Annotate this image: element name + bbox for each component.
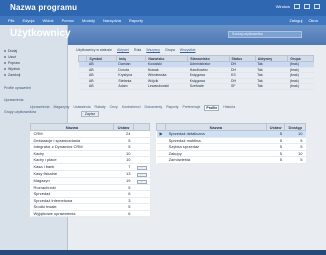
cell: Wyjątkowe uprawnienia (30, 210, 114, 217)
filter-label-status: Użytkownicy w statusie (76, 47, 112, 52)
tab-warehouses[interactable]: Magazyny (53, 105, 69, 111)
column-header[interactable]: Ustaw (113, 123, 134, 131)
sidebar-item-label: Dodaj (8, 49, 18, 53)
cell: ... (133, 170, 150, 178)
filter-group-select[interactable]: Wszystkie (180, 48, 196, 52)
cell: Magazyn (30, 177, 114, 185)
cell: ... (133, 177, 150, 185)
cell: Lewandowski (145, 83, 188, 90)
tab-preferences[interactable]: Preferencje (182, 105, 200, 111)
search-input[interactable]: Szukaj użytkownika (228, 31, 302, 38)
table-row[interactable]: AB Adam Lewandowski Szefowie SF Tak (bra… (78, 83, 314, 90)
menu-item-view[interactable]: Widok (42, 18, 53, 23)
tab-prices[interactable]: Ceny (110, 105, 118, 111)
cell: (brak) (287, 83, 314, 90)
table-row[interactable]: Magazyn 19... (30, 177, 150, 185)
menu-item-modules[interactable]: Moduły (82, 18, 95, 23)
add-icon (4, 50, 6, 52)
status-bar (0, 250, 326, 255)
column-header[interactable]: Ustaw (265, 123, 286, 131)
table-row[interactable]: Kasy fiskalne 13... (30, 170, 150, 178)
details-button[interactable]: ... (136, 179, 147, 184)
details-button[interactable]: ... (136, 165, 147, 170)
cell: ... (133, 163, 150, 171)
minimize-icon[interactable] (294, 4, 300, 9)
menu-bar: Plik Edycja Widok Pomoc Moduły Narzędzia… (0, 16, 326, 25)
cell: SF (229, 83, 256, 90)
row-marker (156, 156, 166, 164)
cell: 13 (113, 170, 134, 178)
page-title: Użytkownicy (10, 28, 71, 39)
menu-item-tools[interactable]: Narzędzia (103, 18, 121, 23)
sidebar-item-close[interactable]: Zamknij (4, 72, 64, 78)
cell: Szefowie (187, 83, 230, 90)
save-button[interactable]: Zapisz (81, 111, 99, 117)
table-row[interactable]: Wyjątkowe uprawnienia 6 (30, 210, 150, 217)
sidebar-item-label: Zamknij (8, 73, 21, 77)
cell: Kasa i bank (30, 163, 114, 171)
tab-profiles[interactable]: Profile (204, 105, 220, 111)
cell: Adam (116, 83, 146, 90)
details-button[interactable]: ... (136, 172, 147, 177)
window-menu[interactable]: Okno (308, 18, 318, 23)
menu-item-file[interactable]: Plik (8, 18, 14, 23)
filter-bar: Użytkownicy w statusie Aktywni Rola Wszy… (70, 46, 322, 53)
window-label: Window (275, 4, 290, 9)
cell: 7 (113, 163, 134, 171)
print-icon (4, 68, 6, 70)
permissions-grid: Nazwa Ustaw CRM 24 Deklaracje i sprawozda… (30, 123, 150, 217)
cell: 19 (113, 177, 134, 185)
cell: Zamówienia (165, 156, 267, 164)
column-header[interactable]: Nazwa (30, 123, 114, 131)
tab-strip: Uprawnienia Magazyny Ustawienia Rabaty C… (30, 105, 235, 111)
filter-role-select[interactable]: Wszyscy (146, 48, 160, 52)
delete-icon (4, 56, 6, 58)
tab-documents[interactable]: Dokumenty (145, 105, 163, 111)
cell: 5 (266, 156, 285, 164)
groups-grid: Nazwa Ustaw Dostęp ▶ Sprzedaż detaliczna 5… (155, 123, 306, 164)
users-table: Symbol Imię Nazwisko Stanowisko Status A… (77, 55, 314, 90)
sidebar-item-label: Usuń (8, 55, 17, 59)
login-link[interactable]: Zaloguj (289, 18, 302, 23)
sidebar-link-profiles[interactable]: Profile uprawnień (4, 86, 64, 90)
title-bar: Nazwa programu Window (0, 0, 326, 16)
menu-item-help[interactable]: Pomoc (62, 18, 74, 23)
edit-icon (4, 62, 6, 64)
sidebar-link-permissions[interactable]: Uprawnienia (4, 98, 64, 102)
filter-status-select[interactable]: Aktywni (117, 48, 129, 52)
menu-item-edit[interactable]: Edycja (22, 18, 34, 23)
cell: Tak (255, 83, 288, 90)
cell: AB (86, 83, 117, 90)
menu-item-reports[interactable]: Raporty (129, 18, 143, 23)
cell: Kasy fiskalne (30, 170, 114, 178)
app-title: Nazwa programu (10, 3, 78, 12)
tab-permissions[interactable]: Uprawnienia (30, 105, 49, 111)
close-icon[interactable] (314, 4, 320, 9)
column-header (133, 123, 150, 131)
table-row[interactable]: Kasa i bank 7... (30, 163, 150, 171)
sidebar-item-label: Wydruk (8, 67, 20, 71)
filter-label-role: Rola (134, 47, 142, 52)
row-marker (78, 83, 87, 90)
filter-label-group: Grupa (165, 47, 175, 52)
close-icon (4, 74, 6, 76)
column-header[interactable]: Nazwa (165, 123, 267, 131)
tab-reports[interactable]: Raporty (166, 105, 178, 111)
cell: 6 (113, 210, 134, 217)
cell: 5 (284, 156, 306, 164)
column-header (155, 123, 167, 131)
tab-contractors[interactable]: Kontrahenci (122, 105, 141, 111)
table-row[interactable]: Zamówienia 5 5 (156, 156, 306, 164)
cell (133, 210, 150, 217)
tab-history[interactable]: Historia (223, 105, 235, 111)
maximize-icon[interactable] (304, 4, 310, 9)
sidebar-item-label: Popraw (8, 61, 20, 65)
column-header[interactable]: Dostęp (284, 123, 306, 131)
